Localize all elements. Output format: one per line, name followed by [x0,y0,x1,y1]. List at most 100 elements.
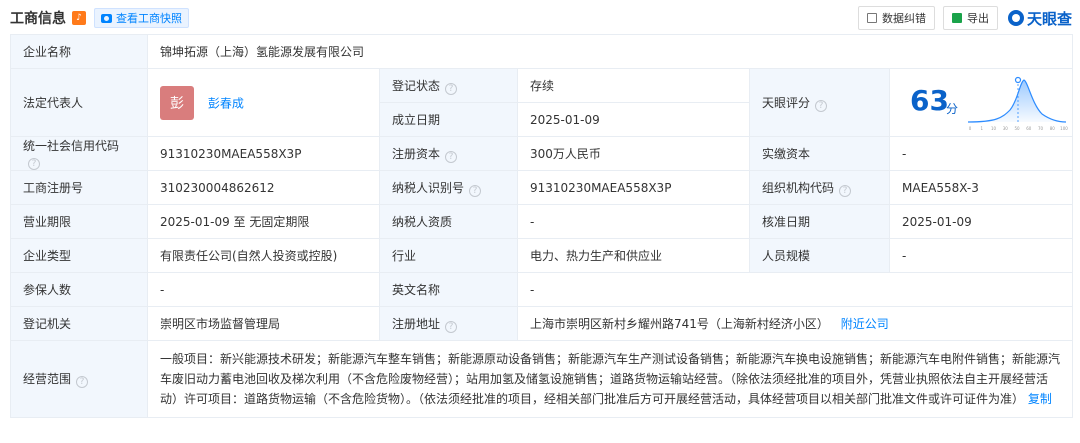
distribution-area [968,79,1066,122]
term-label: 营业期限 [10,204,148,239]
org-code-value: MAEA558X-3 [888,170,1074,205]
approve-date-label: 核准日期 [749,204,890,239]
status-label-cell: 登记状态? [379,68,518,103]
score-axis-tick: 30 [1003,126,1009,131]
company-type-value: 有限责任公司(自然人投资或控股) [147,238,380,273]
score-label: 天眼评分 [762,95,811,110]
en-name-value: - [516,272,1074,307]
staff-label: 人员规模 [749,238,890,273]
score-axis-tick: 70 [1038,126,1044,131]
score-axis-tick: 80 [1050,126,1056,131]
paid-capital-label: 实缴资本 [749,136,890,171]
en-name-label: 英文名称 [379,272,518,307]
tianyancha-logo: 天眼查 [1007,8,1072,29]
company-type-label: 企业类型 [10,238,148,273]
score-axis-tick: 0 [969,126,972,131]
taxpayer-id-value: 91310230MAEA558X3P [517,170,750,205]
score-widget: 63 分 0 1 10 30 50 60 70 80 100 [890,70,1072,136]
company-name: 锦坤拓源（上海）氢能源发展有限公司 [146,34,1074,69]
help-icon[interactable]: ? [839,184,852,197]
logo-icon [1007,10,1024,26]
table-row: 工商注册号 310230004862612 纳税人识别号? 91310230MA… [10,170,1074,205]
score-axis-tick: 10 [991,126,997,131]
authority-label: 登记机关 [10,306,148,341]
authority-value: 崇明区市场监督管理局 [147,306,380,341]
address-cell: 上海市崇明区新村乡耀州路741号（上海新村经济小区） 附近公司 [516,306,1074,341]
insured-label: 参保人数 [10,272,148,307]
help-icon[interactable]: ? [445,150,458,163]
header-actions: 数据纠错 导出 天眼查 [850,6,1072,30]
nearby-companies-link[interactable]: 附近公司 [841,317,889,331]
industry-value: 电力、热力生产和供应业 [517,238,750,273]
feedback-button[interactable]: 数据纠错 [857,6,935,30]
legal-rep-cell: 彭 彭春成 [147,68,380,137]
section-title: 工商信息 [10,11,66,27]
score-axis-tick: 1 [980,126,983,131]
export-button[interactable]: 导出 [942,6,998,30]
taxpayer-qual-value: - [517,204,750,239]
help-icon[interactable]: ? [28,158,40,170]
address-label-cell: 注册地址? [379,306,518,341]
org-code-label-cell: 组织机构代码? [749,170,890,205]
copy-link[interactable]: 复制 [1028,392,1052,406]
taxpayer-qual-label: 纳税人资质 [379,204,518,239]
legal-rep-name-link[interactable]: 彭春成 [208,96,244,110]
score-unit: 分 [946,101,959,116]
found-date-value: 2025-01-09 [517,102,750,137]
status-value: 存续 [517,68,750,103]
table-row: 统一社会信用代码? 91310230MAEA558X3P 注册资本? 300万人… [10,136,1074,171]
help-icon[interactable]: ? [445,82,458,95]
address-label: 注册地址 [392,316,441,331]
approve-date-value: 2025-01-09 [888,204,1074,239]
score-label-cell: 天眼评分? [749,68,890,137]
logo-text: 天眼查 [1026,9,1072,28]
legal-rep-label: 法定代表人 [10,68,148,137]
scope-label: 经营范围 [23,372,72,386]
edit-icon [866,13,877,23]
help-icon[interactable]: ? [815,99,828,112]
table-row: 参保人数 - 英文名称 - [10,272,1074,307]
score-axis-tick: 100 [1060,126,1068,131]
taxpayer-id-label: 纳税人识别号 [392,180,465,195]
help-icon[interactable]: ? [445,320,458,333]
score-axis-tick: 50 [1014,126,1020,131]
business-info-table: 企业名称 锦坤拓源（上海）氢能源发展有限公司 法定代表人 彭 彭春成 登记状态?… [10,34,1074,418]
insured-value: - [147,272,380,307]
credit-code-label-cell: 统一社会信用代码? [10,136,148,171]
score-marker-dot [1014,76,1022,83]
org-code-label: 组织机构代码 [762,180,835,195]
reg-no-label: 工商注册号 [10,170,148,205]
camera-icon [101,13,112,23]
scope-cell: 一般项目：新兴能源技术研发；新能源汽车整车销售；新能源原动设备销售；新能源汽车生… [146,340,1074,418]
section-header: 工商信息 ♪ 查看工商快照 数据纠错 导出 天眼查 [0,0,1080,36]
bell-icon[interactable]: ♪ [72,11,86,25]
table-row: 登记机关 崇明区市场监督管理局 注册地址? 上海市崇明区新村乡耀州路741号（上… [10,306,1074,341]
company-name-label: 企业名称 [10,34,148,69]
status-label: 登记状态 [392,78,441,93]
table-row: 营业期限 2025-01-09 至 无固定期限 纳税人资质 - 核准日期 202… [10,204,1074,239]
reg-capital-value: 300万人民币 [517,136,750,171]
score-cell[interactable]: 63 分 0 1 10 30 50 60 70 80 100 [888,68,1074,137]
paid-capital-value: - [888,136,1074,171]
industry-label: 行业 [379,238,518,273]
feedback-label: 数据纠错 [881,12,926,25]
view-snapshot-label: 查看工商快照 [116,12,182,25]
avatar[interactable]: 彭 [160,85,194,120]
term-value: 2025-01-09 至 无固定期限 [147,204,380,239]
credit-code-value: 91310230MAEA558X3P [147,136,380,171]
score-value: 63 [910,83,949,117]
help-icon[interactable]: ? [76,376,89,388]
help-icon[interactable]: ? [469,184,482,197]
table-row: 法定代表人 彭 彭春成 登记状态? 存续 天眼评分? 63 分 0 1 10 3… [10,68,1074,137]
address-value: 上海市崇明区新村乡耀州路741号（上海新村经济小区） [530,317,829,331]
reg-capital-label-cell: 注册资本? [379,136,518,171]
table-row: 企业类型 有限责任公司(自然人投资或控股) 行业 电力、热力生产和供应业 人员规… [10,238,1074,273]
reg-no-value: 310230004862612 [147,170,380,205]
score-distribution-chart: 0 1 10 30 50 60 70 80 100 [967,76,1068,131]
score-axis-tick: 60 [1026,126,1032,131]
table-row: 企业名称 锦坤拓源（上海）氢能源发展有限公司 [10,34,1074,69]
view-snapshot-button[interactable]: 查看工商快照 [94,8,189,28]
scope-label-cell: 经营范围? [10,340,148,418]
table-row: 经营范围? 一般项目：新兴能源技术研发；新能源汽车整车销售；新能源原动设备销售；… [10,340,1074,418]
taxpayer-id-label-cell: 纳税人识别号? [379,170,518,205]
